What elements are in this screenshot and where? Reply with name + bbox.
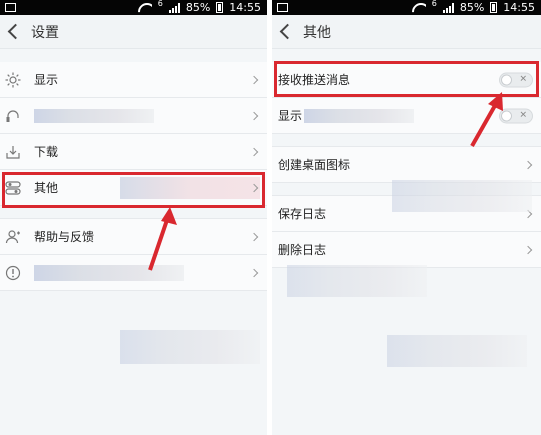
network-type: 6 (431, 0, 437, 8)
download-icon (4, 143, 22, 161)
blurred-watermark (287, 265, 427, 297)
settings-item-help-feedback[interactable]: 帮助与反馈 (0, 219, 267, 255)
wifi-icon (138, 3, 152, 13)
chevron-right-icon (249, 147, 259, 156)
setting-label: 删除日志 (278, 243, 327, 257)
settings-screen: 6 85% 14:55 设置 显示 下载 其他 帮助与反馈 (0, 0, 267, 435)
chevron-right-icon (249, 75, 259, 84)
blurred-watermark (392, 180, 532, 212)
setting-display-blurred[interactable]: 显示 ✕ (272, 98, 541, 134)
image-notification-icon (5, 3, 16, 12)
battery-percent: 85% (185, 1, 211, 14)
wifi-icon (412, 3, 426, 13)
blurred-label (304, 108, 415, 123)
clock: 14:55 (503, 1, 535, 14)
toggle-knob (501, 110, 512, 121)
back-icon[interactable] (279, 23, 296, 40)
highlight-box (274, 61, 539, 97)
info-icon (4, 264, 22, 282)
clock: 14:55 (229, 1, 261, 14)
title-bar: 其他 (272, 15, 541, 49)
setting-create-shortcut[interactable]: 创建桌面图标 (272, 147, 541, 183)
sun-icon (4, 71, 22, 89)
person-icon (4, 228, 22, 246)
blurred-watermark (387, 335, 527, 367)
settings-item-label: 帮助与反馈 (34, 230, 95, 244)
battery-icon (216, 2, 224, 13)
chevron-right-icon (249, 111, 259, 120)
setting-delete-log[interactable]: 删除日志 (272, 232, 541, 268)
close-icon: ✕ (519, 110, 527, 120)
settings-item-blurred[interactable] (0, 98, 267, 134)
chevron-right-icon (249, 268, 259, 277)
network-type: 6 (157, 0, 163, 8)
display-toggle[interactable]: ✕ (499, 108, 533, 123)
signal-icon (442, 2, 454, 13)
settings-item-blurred[interactable] (0, 255, 267, 291)
settings-item-label: 下载 (34, 145, 59, 159)
status-bar: 6 85% 14:55 (272, 0, 541, 15)
blurred-watermark (120, 330, 260, 364)
battery-percent: 85% (459, 1, 485, 14)
settings-item-label: 显示 (34, 73, 59, 87)
headset-icon (4, 107, 22, 125)
chevron-right-icon (523, 160, 533, 169)
other-settings-screen: 6 85% 14:55 其他 接收推送消息 ✕ 显示 ✕ 创建桌面图标 保存日志 (272, 0, 541, 435)
page-title: 设置 (31, 24, 59, 41)
status-bar: 6 85% 14:55 (0, 0, 267, 15)
blurred-label (34, 264, 184, 281)
page-title: 其他 (303, 24, 331, 41)
highlight-box (2, 172, 265, 208)
settings-item-display[interactable]: 显示 (0, 62, 267, 98)
settings-item-download[interactable]: 下载 (0, 134, 267, 170)
setting-label: 保存日志 (278, 207, 327, 221)
title-bar: 设置 (0, 15, 267, 49)
blurred-label (34, 108, 154, 123)
signal-icon (168, 2, 180, 13)
chevron-right-icon (249, 232, 259, 241)
setting-label: 显示 (278, 109, 303, 123)
setting-label: 创建桌面图标 (278, 158, 351, 172)
back-icon[interactable] (7, 23, 24, 40)
battery-icon (490, 2, 498, 13)
chevron-right-icon (523, 245, 533, 254)
image-notification-icon (277, 3, 288, 12)
